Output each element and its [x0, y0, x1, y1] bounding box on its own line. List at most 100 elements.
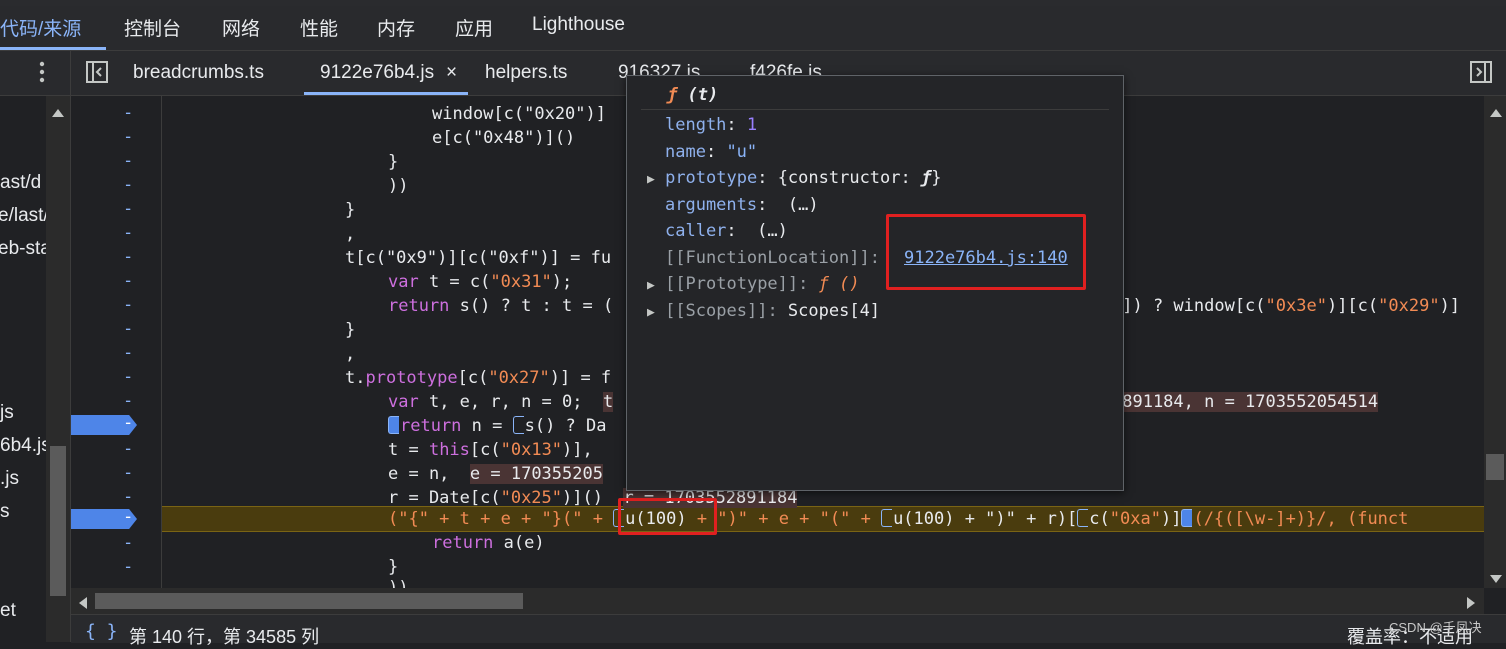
object-preview-popover[interactable]: ƒ (t) length: 1 name: "u" ▶ prototype: {… [626, 75, 1124, 491]
editor-vertical-scrollbar[interactable] [1484, 96, 1506, 588]
tab-application[interactable]: 应用 [455, 14, 493, 41]
line-marker[interactable]: - [123, 295, 133, 315]
tab-memory[interactable]: 内存 [377, 14, 415, 41]
line-marker[interactable]: - [123, 487, 133, 507]
property-scopes[interactable]: ▶ [[Scopes]]: Scopes[4] [647, 301, 880, 321]
nav-item[interactable]: .js [0, 468, 19, 490]
tab-performance[interactable]: 性能 [300, 14, 338, 41]
code-token: )]) ? window[c( [1112, 296, 1266, 316]
code-token: this [428, 440, 470, 460]
active-file-indicator [304, 92, 468, 95]
line-marker[interactable]: - [123, 367, 133, 387]
pause-marker-icon[interactable] [388, 416, 399, 434]
toggle-debugger-icon[interactable] [1470, 61, 1492, 83]
scroll-up-icon[interactable] [52, 104, 64, 122]
scroll-left-icon[interactable] [79, 596, 87, 614]
scroll-right-icon[interactable] [1467, 596, 1475, 614]
active-tab-indicator [0, 47, 106, 50]
file-tab-breadcrumbs[interactable]: breadcrumbs.ts [133, 62, 264, 84]
property-value[interactable]: (…) [757, 221, 788, 241]
code-line: t.prototype[c("0x27")] = f [345, 368, 611, 388]
code-token: s() ? t : t = ( [449, 296, 614, 316]
line-marker[interactable]: - [123, 151, 133, 171]
file-tab-helpers[interactable]: helpers.ts [485, 62, 567, 84]
nav-item[interactable]: ast/d [0, 172, 41, 194]
line-marker[interactable]: - [123, 103, 133, 123]
close-tab-icon[interactable]: × [446, 62, 457, 84]
code-line: )) [388, 578, 409, 588]
highlight-box [618, 498, 717, 535]
vertical-scroll-thumb[interactable] [1486, 454, 1504, 480]
editor-horizontal-scrollbar[interactable] [71, 588, 1484, 614]
pause-marker-icon[interactable] [1181, 509, 1193, 527]
nav-item[interactable]: e/last/ [0, 205, 46, 227]
line-marker[interactable]: - [123, 533, 133, 553]
watermark: CSDN @千凤决 [1389, 620, 1482, 635]
popover-title: ƒ (t) [667, 85, 718, 105]
line-marker: - [123, 413, 134, 433]
navigator-scrollbar[interactable] [46, 96, 71, 642]
property-internal-prototype[interactable]: ▶ [[Prototype]]: ƒ () [647, 274, 860, 294]
tab-console[interactable]: 控制台 [124, 14, 181, 41]
code-token: ); [551, 272, 573, 292]
property-value: } [931, 168, 942, 188]
tab-lighthouse[interactable]: Lighthouse [532, 14, 625, 36]
code-token: prototype [365, 368, 458, 388]
navigator-scroll-thumb[interactable] [50, 446, 66, 596]
tab-network[interactable]: 网络 [222, 14, 260, 41]
property-value[interactable]: (…) [788, 195, 819, 215]
property-length: length: 1 [665, 115, 758, 135]
code-line-current: ("{" + t + e + "}(" + u(100) + ")" + e +… [388, 509, 1408, 529]
file-tab-9122e76b4[interactable]: 9122e76b4.js [320, 62, 434, 84]
line-marker[interactable]: - [123, 247, 133, 267]
line-marker[interactable]: - [123, 557, 133, 577]
line-marker[interactable]: - [123, 271, 133, 291]
more-options-icon[interactable] [34, 59, 50, 85]
nav-item[interactable]: eb-sta [0, 238, 46, 260]
cursor-position: 第 140 行，第 34585 列 [129, 627, 320, 647]
line-marker[interactable]: - [123, 343, 133, 363]
breakpoint-marker[interactable]: - [71, 415, 137, 435]
breakpoint-marker-current[interactable]: - [71, 509, 137, 529]
line-marker[interactable]: - [123, 463, 133, 483]
property-key: arguments [665, 195, 758, 215]
property-prototype[interactable]: ▶ prototype: {constructor: ƒ} [647, 168, 941, 188]
expand-arrow-icon[interactable]: ▶ [647, 278, 655, 293]
expand-arrow-icon[interactable]: ▶ [647, 172, 655, 187]
pause-marker-icon[interactable] [512, 416, 524, 434]
scroll-up-icon[interactable] [1490, 104, 1502, 122]
code-line: return s() ? t : t = ( [388, 296, 613, 316]
pause-marker-icon[interactable] [1077, 509, 1089, 527]
code-line: , [345, 344, 356, 364]
property-arguments[interactable]: arguments: (…) [665, 195, 819, 215]
pretty-print-icon[interactable]: { } [85, 621, 118, 642]
line-marker[interactable]: - [123, 199, 133, 219]
tab-separator [70, 51, 71, 95]
tab-sources[interactable]: 代码/来源 [0, 14, 81, 41]
code-token: c( [1089, 509, 1110, 529]
line-marker[interactable]: - [123, 175, 133, 195]
property-caller[interactable]: caller: (…) [665, 221, 788, 241]
line-marker[interactable]: - [123, 319, 133, 339]
scroll-down-icon[interactable] [1490, 570, 1502, 588]
line-marker[interactable]: - [123, 439, 133, 459]
nav-item[interactable]: et [0, 600, 16, 622]
line-marker[interactable]: - [123, 223, 133, 243]
code-line: } [388, 152, 399, 172]
property-function-location: [[FunctionLocation]]: [665, 248, 891, 268]
line-gutter[interactable]: - - - - - - - - - - - - - - - - - - - - [71, 96, 162, 588]
horizontal-scroll-thumb[interactable] [95, 593, 523, 609]
nav-item[interactable]: s [0, 501, 10, 523]
expand-arrow-icon[interactable]: ▶ [647, 305, 655, 320]
code-line: return a(e) [432, 533, 545, 553]
highlight-box [886, 214, 1086, 290]
nav-item[interactable]: 6b4.js [0, 435, 46, 457]
pause-marker-icon[interactable] [881, 509, 893, 527]
code-token: var [388, 392, 419, 412]
nav-item[interactable]: js [0, 402, 14, 424]
toggle-navigator-icon[interactable] [86, 61, 108, 83]
line-marker[interactable]: - [123, 127, 133, 147]
line-marker[interactable]: - [123, 391, 133, 411]
code-token: n = [461, 416, 513, 436]
code-token: "0x27" [488, 368, 550, 388]
